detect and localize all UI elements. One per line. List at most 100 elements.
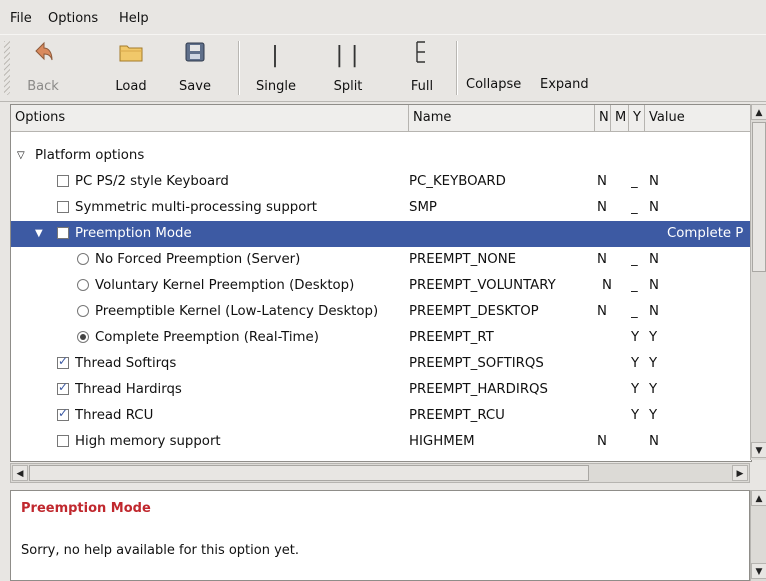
tree-row[interactable]: No Forced Preemption (Server) PREEMPT_NO…	[11, 247, 751, 273]
tree-row-preemption-mode[interactable]: ▼ Preemption Mode Complete P	[11, 221, 751, 247]
row-n: N	[597, 200, 607, 215]
save-label: Save	[179, 79, 211, 94]
scroll-down-arrow-icon[interactable]: ▼	[751, 442, 766, 458]
row-value: N	[649, 200, 659, 215]
load-button[interactable]: Load	[106, 39, 156, 97]
row-y: _	[631, 200, 638, 215]
tree-row-platform-options[interactable]: ▽ Platform options	[11, 143, 751, 169]
expander-open-icon[interactable]: ▼	[35, 221, 43, 247]
tree-row[interactable]: Voluntary Kernel Preemption (Desktop) PR…	[11, 273, 751, 299]
row-symbol: PREEMPT_RT	[409, 330, 494, 345]
checkbox-unchecked[interactable]	[57, 175, 69, 187]
row-symbol: PREEMPT_HARDIRQS	[409, 382, 548, 397]
scroll-up-arrow-icon[interactable]: ▲	[751, 490, 766, 506]
row-symbol: PREEMPT_DESKTOP	[409, 304, 539, 319]
row-n: N	[597, 252, 607, 267]
radio-unselected[interactable]	[77, 253, 89, 265]
row-label: Thread Softirqs	[75, 356, 177, 371]
single-view-button[interactable]: | Single	[246, 39, 306, 97]
scrollbar-thumb[interactable]	[29, 465, 589, 481]
row-y: _	[631, 252, 638, 267]
full-view-button[interactable]: Full	[398, 39, 446, 97]
menu-options[interactable]: Options	[48, 11, 98, 26]
row-label: Preemption Mode	[75, 226, 192, 241]
row-label: Preemptible Kernel (Low-Latency Desktop)	[95, 304, 379, 319]
checkbox-unchecked[interactable]	[57, 461, 69, 462]
column-header-options[interactable]: Options	[11, 105, 409, 131]
save-button[interactable]: Save	[170, 39, 220, 97]
tree-row-partial[interactable]	[11, 455, 751, 462]
row-value: N	[649, 252, 659, 267]
row-y: _	[631, 174, 638, 189]
radio-selected[interactable]	[77, 331, 89, 343]
checkbox-unchecked[interactable]	[57, 435, 69, 447]
back-button[interactable]: Back	[18, 39, 68, 97]
row-label: Complete Preemption (Real-Time)	[95, 330, 319, 345]
row-value: N	[649, 434, 659, 449]
row-label: Platform options	[35, 148, 145, 163]
row-n: N	[597, 434, 607, 449]
expander-open-icon[interactable]: ▽	[17, 143, 25, 169]
row-y: _	[631, 278, 638, 293]
scroll-down-arrow-icon[interactable]: ▼	[751, 563, 766, 579]
single-label: Single	[256, 79, 296, 94]
checkbox-checked[interactable]	[57, 406, 69, 421]
floppy-disk-icon	[185, 42, 205, 62]
checkbox-checked[interactable]	[57, 354, 69, 369]
checkbox-unchecked[interactable]	[57, 201, 69, 213]
column-header-value[interactable]: Value	[645, 105, 751, 131]
row-y: Y	[631, 330, 640, 345]
full-view-icon	[416, 41, 425, 63]
checkbox-checked[interactable]	[57, 380, 69, 395]
row-label: High memory support	[75, 434, 221, 449]
tree-row[interactable]: Thread RCU PREEMPT_RCU Y Y	[11, 403, 751, 429]
back-label: Back	[27, 79, 59, 94]
row-y: Y	[631, 356, 640, 371]
collapse-button[interactable]: Collapse	[466, 77, 521, 92]
menu-file[interactable]: File	[10, 11, 32, 26]
split-view-button[interactable]: || Split	[318, 39, 378, 97]
scrollbar-thumb[interactable]	[752, 122, 766, 272]
row-label: Thread Hardirqs	[75, 382, 182, 397]
row-symbol: PREEMPT_SOFTIRQS	[409, 356, 544, 371]
row-label: No Forced Preemption (Server)	[95, 252, 301, 267]
folder-icon	[119, 45, 143, 62]
tree-row[interactable]: Preemptible Kernel (Low-Latency Desktop)…	[11, 299, 751, 325]
radio-unselected[interactable]	[77, 305, 89, 317]
column-header-bar: Options Name N M Y Value	[11, 105, 751, 132]
menubar: File Options Help	[0, 0, 766, 34]
full-label: Full	[410, 79, 434, 94]
options-tree: Options Name N M Y Value ▽ Platform opti…	[10, 104, 752, 462]
tree-vertical-scrollbar[interactable]: ▲ ▼	[750, 104, 766, 460]
scroll-right-arrow-icon[interactable]: ▶	[732, 465, 748, 481]
expand-button[interactable]: Expand	[540, 77, 589, 92]
row-label: PC PS/2 style Keyboard	[75, 174, 229, 189]
help-vertical-scrollbar[interactable]: ▲ ▼	[750, 490, 766, 581]
tree-row[interactable]: Thread Softirqs PREEMPT_SOFTIRQS Y Y	[11, 351, 751, 377]
radio-unselected[interactable]	[77, 279, 89, 291]
column-header-y[interactable]: Y	[629, 105, 645, 131]
tree-row[interactable]: Complete Preemption (Real-Time) PREEMPT_…	[11, 325, 751, 351]
row-y: Y	[631, 408, 640, 423]
column-header-n[interactable]: N	[595, 105, 611, 131]
tree-row[interactable]: PC PS/2 style Keyboard PC_KEYBOARD N _ N	[11, 169, 751, 195]
scroll-left-arrow-icon[interactable]: ◀	[12, 465, 28, 481]
help-title: Preemption Mode	[21, 501, 151, 516]
tree-horizontal-scrollbar[interactable]: ◀ ▶	[10, 463, 750, 483]
scroll-up-arrow-icon[interactable]: ▲	[751, 104, 766, 120]
row-symbol: HIGHMEM	[409, 434, 475, 449]
row-value: Y	[649, 382, 658, 397]
menu-help[interactable]: Help	[119, 11, 149, 26]
toolbar-grip[interactable]	[4, 41, 10, 95]
checkbox-unchecked[interactable]	[57, 227, 69, 239]
toolbar-separator	[456, 41, 457, 95]
column-header-m[interactable]: M	[611, 105, 629, 131]
toolbar: Back Load Save | Single || Split Full Co…	[0, 34, 766, 102]
tree-row[interactable]: High memory support HIGHMEM N N	[11, 429, 751, 455]
tree-row[interactable]: Symmetric multi-processing support SMP N…	[11, 195, 751, 221]
row-value: Y	[649, 408, 658, 423]
row-y: _	[631, 304, 638, 319]
row-value: Complete P	[667, 226, 744, 241]
tree-row[interactable]: Thread Hardirqs PREEMPT_HARDIRQS Y Y	[11, 377, 751, 403]
column-header-name[interactable]: Name	[409, 105, 595, 131]
